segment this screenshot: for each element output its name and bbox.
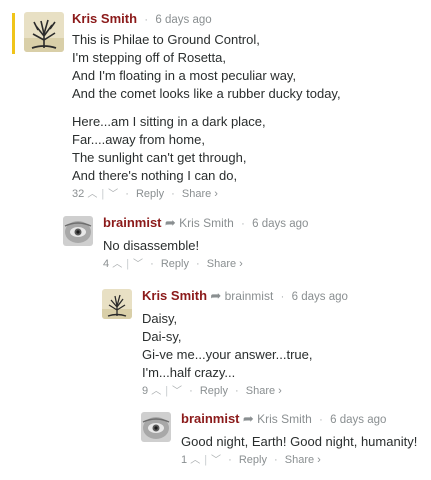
- comment-line: Good night, Earth! Good night, humanity!: [181, 434, 418, 449]
- comment-line: This is Philae to Ground Control,: [72, 32, 260, 47]
- vote-count: 32: [72, 188, 85, 200]
- separator-dot: ·: [150, 258, 154, 270]
- comment-line: And there's nothing I can do,: [72, 168, 238, 183]
- comment-footer: 32 ︿ | ﹀ · Reply · Share ›: [72, 187, 422, 202]
- comment-text: This is Philae to Ground Control, I'm st…: [72, 31, 422, 185]
- separator-dot: ·: [196, 258, 200, 270]
- reply-arrow-icon: ➦: [164, 215, 176, 230]
- share-button[interactable]: Share ›: [207, 258, 243, 270]
- comment-line: I'm...half crazy...: [142, 365, 236, 380]
- comment-line: Far....away from home,: [72, 132, 205, 147]
- comment-paragraph: Daisy, Dai-sy, Gi-ve me...your answer...…: [142, 310, 422, 382]
- reply-to-name[interactable]: brainmist: [225, 289, 274, 303]
- vote-count: 9: [142, 385, 149, 397]
- chevron-up-icon[interactable]: ︿: [151, 386, 161, 397]
- avatar[interactable]: [102, 289, 132, 319]
- avatar[interactable]: [63, 216, 93, 246]
- reply-arrow-icon: ➦: [242, 411, 254, 426]
- comment-text: Good night, Earth! Good night, humanity!: [181, 433, 426, 451]
- separator-dot: ·: [171, 188, 175, 200]
- reply-button[interactable]: Reply: [161, 258, 189, 270]
- share-button[interactable]: Share ›: [246, 385, 282, 397]
- comment-header: Kris Smith · 6 days ago: [72, 12, 422, 27]
- share-button[interactable]: Share ›: [182, 188, 218, 200]
- comment-line: Dai-sy,: [142, 329, 182, 344]
- comment-header: Kris Smith ➦ brainmist · 6 days ago: [142, 289, 422, 304]
- separator-dot: ·: [241, 218, 245, 230]
- comment-paragraph: No disassemble!: [103, 237, 423, 255]
- separator-dot: ·: [189, 385, 193, 397]
- reply-button[interactable]: Reply: [200, 385, 228, 397]
- vote-divider: |: [165, 385, 169, 397]
- comment-paragraph: This is Philae to Ground Control, I'm st…: [72, 31, 422, 103]
- vote-divider: |: [101, 188, 105, 200]
- author-name[interactable]: brainmist: [181, 411, 240, 426]
- separator-dot: ·: [274, 454, 278, 466]
- comment-text: No disassemble!: [103, 237, 423, 255]
- vote-divider: |: [126, 258, 130, 270]
- vote-count: 4: [103, 258, 110, 270]
- timestamp[interactable]: 6 days ago: [292, 291, 348, 303]
- chevron-down-icon[interactable]: ﹀: [108, 189, 118, 200]
- chevron-down-icon[interactable]: ﹀: [211, 455, 221, 466]
- reply-to-name[interactable]: Kris Smith: [179, 216, 234, 230]
- comment-paragraph: Here...am I sitting in a dark place, Far…: [72, 113, 422, 185]
- comment-header: brainmist ➦ Kris Smith · 6 days ago: [181, 412, 426, 427]
- comment-line: And the comet looks like a rubber ducky …: [72, 86, 341, 101]
- chevron-up-icon[interactable]: ︿: [112, 259, 122, 270]
- timestamp[interactable]: 6 days ago: [252, 218, 308, 230]
- comment-line: I'm stepping off of Rosetta,: [72, 50, 226, 65]
- timestamp[interactable]: 6 days ago: [330, 414, 386, 426]
- chevron-down-icon[interactable]: ﹀: [172, 386, 182, 397]
- chevron-down-icon[interactable]: ﹀: [133, 259, 143, 270]
- separator-dot: ·: [280, 291, 285, 303]
- author-name[interactable]: Kris Smith: [72, 11, 137, 26]
- comment-paragraph: Good night, Earth! Good night, humanity!: [181, 433, 426, 451]
- reply-to-name[interactable]: Kris Smith: [257, 412, 312, 426]
- author-name[interactable]: brainmist: [103, 215, 162, 230]
- reply-arrow-icon: ➦: [210, 288, 222, 303]
- comment-line: Daisy,: [142, 311, 178, 326]
- comment-line: Gi-ve me...your answer...true,: [142, 347, 313, 362]
- author-name[interactable]: Kris Smith: [142, 288, 207, 303]
- comment-header: brainmist ➦ Kris Smith · 6 days ago: [103, 216, 423, 231]
- chevron-up-icon[interactable]: ︿: [87, 189, 97, 200]
- avatar[interactable]: [24, 12, 64, 52]
- comment-line: And I'm floating in a most peculiar way,: [72, 68, 297, 83]
- vote-count: 1: [181, 454, 188, 466]
- chevron-up-icon[interactable]: ︿: [190, 455, 200, 466]
- comment-footer: 9 ︿ | ﹀ · Reply · Share ›: [142, 384, 422, 399]
- comment-line: The sunlight can't get through,: [72, 150, 247, 165]
- separator-dot: ·: [319, 414, 323, 426]
- avatar[interactable]: [141, 412, 171, 442]
- separator-dot: ·: [235, 385, 239, 397]
- reply-button[interactable]: Reply: [239, 454, 267, 466]
- separator-dot: ·: [144, 14, 149, 26]
- reply-button[interactable]: Reply: [136, 188, 164, 200]
- separator-dot: ·: [228, 454, 232, 466]
- timestamp[interactable]: 6 days ago: [155, 14, 211, 26]
- comment-line: Here...am I sitting in a dark place,: [72, 114, 266, 129]
- separator-dot: ·: [125, 188, 129, 200]
- comment-line: No disassemble!: [103, 238, 200, 253]
- comment-footer: 1 ︿ | ﹀ · Reply · Share ›: [181, 453, 426, 468]
- vote-divider: |: [204, 454, 208, 466]
- comment-footer: 4 ︿ | ﹀ · Reply · Share ›: [103, 257, 423, 272]
- highlight-accent-bar: [12, 13, 15, 54]
- comment-text: Daisy, Dai-sy, Gi-ve me...your answer...…: [142, 310, 422, 382]
- share-button[interactable]: Share ›: [285, 454, 321, 466]
